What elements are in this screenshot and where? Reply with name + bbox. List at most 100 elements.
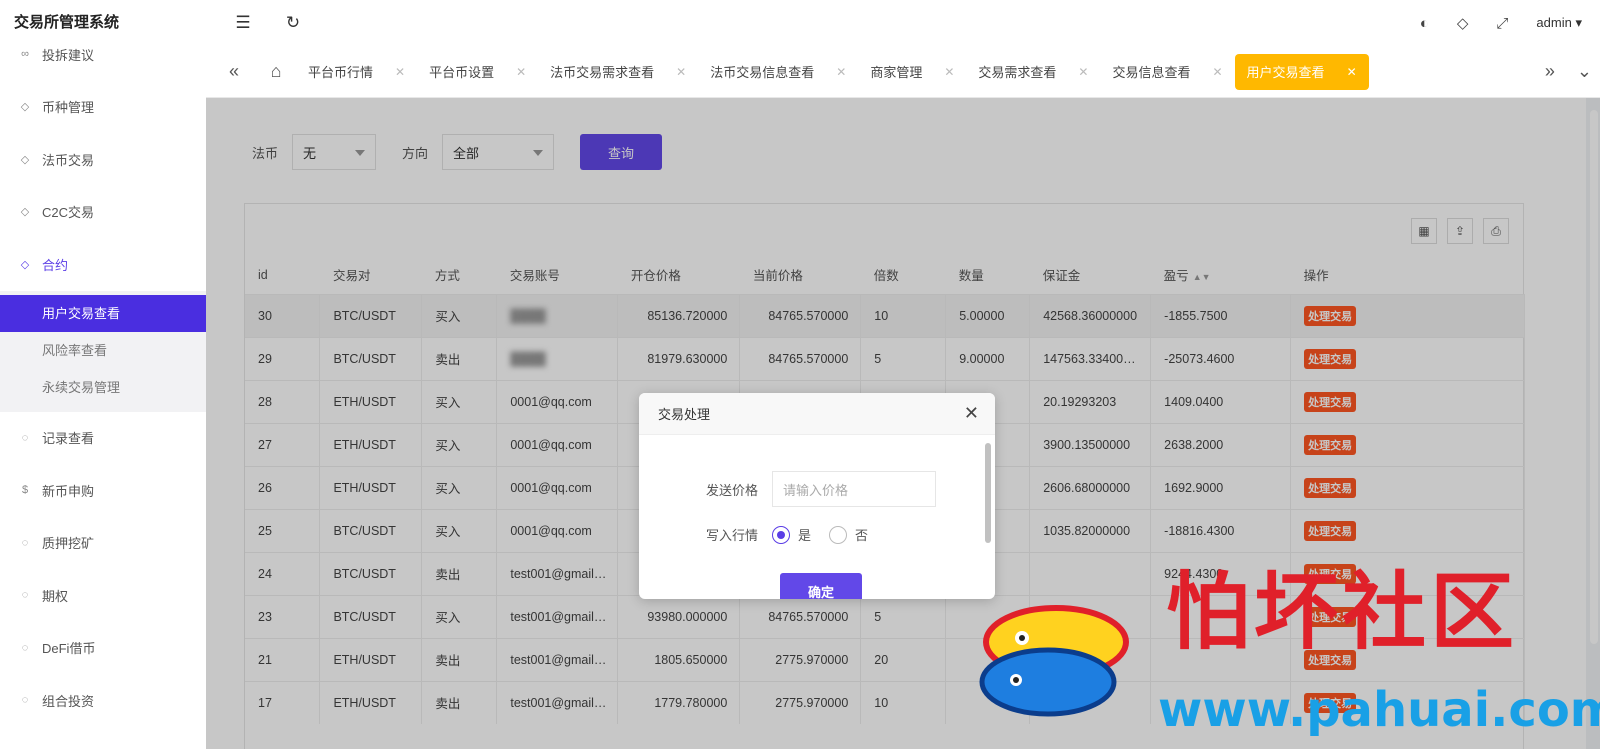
market-label: 写入行情 <box>705 528 758 543</box>
tab-trade-info[interactable]: 交易信息查看 ✕ <box>1100 54 1234 90</box>
circle-arrow-icon: ◌ <box>21 641 29 654</box>
radio-yes-label: 是 <box>798 528 812 543</box>
circle-arrow-icon: ◌ <box>21 694 29 707</box>
tag-icon[interactable]: ◇ <box>1457 14 1469 32</box>
diamond-icon: ◇ <box>20 101 30 114</box>
tabs-scroll-right-icon[interactable]: » <box>1545 61 1555 82</box>
collapse-menu-icon[interactable]: ☰ <box>226 6 260 40</box>
close-icon[interactable]: ✕ <box>1212 65 1222 79</box>
sidebar-item-label: C2C交易 <box>42 205 95 221</box>
circle-arrow-icon: ◌ <box>21 431 29 444</box>
user-menu[interactable]: admin ▾ <box>1536 15 1582 31</box>
radio-unchecked-icon <box>829 525 848 544</box>
sidebar-item-label: 期权 <box>42 588 69 604</box>
dialog-scrollbar[interactable] <box>985 443 991 543</box>
tab-platform-market[interactable]: 平台币行情 ✕ <box>296 54 417 90</box>
close-icon[interactable]: ✕ <box>1078 65 1088 79</box>
sidebar-item-portfolio[interactable]: ◌ 组合投资 <box>0 674 206 727</box>
close-icon[interactable]: ✕ <box>395 65 405 79</box>
fish-logo-icon <box>979 605 1129 717</box>
fullscreen-icon[interactable]: ⤢ <box>1496 15 1508 32</box>
top-header: ☰ ↻ ◐ ◇ ⤢ admin ▾ <box>206 0 1600 46</box>
trade-process-dialog: 交易处理 ✕ 发送价格 请输入价格 写入行情 是 否 确定 <box>639 393 995 599</box>
sidebar-item-label: 组合投资 <box>42 693 95 709</box>
radio-checked-icon <box>772 525 790 544</box>
close-icon[interactable]: ✕ <box>836 65 846 79</box>
dialog-header: 交易处理 ✕ <box>639 393 995 435</box>
tab-label: 交易信息查看 <box>1112 65 1191 80</box>
tab-user-trades[interactable]: 用户交易查看 ✕ <box>1234 53 1369 90</box>
tabs-scroll-left-icon[interactable]: « <box>214 61 254 82</box>
watermark-url: www.pahuai.com <box>1158 682 1600 738</box>
username: admin <box>1536 15 1572 30</box>
tab-merchants[interactable]: 商家管理 ✕ <box>858 54 966 90</box>
tab-label: 交易需求查看 <box>978 65 1057 80</box>
sidebar-item-label: 质押挖矿 <box>42 536 95 552</box>
refresh-icon[interactable]: ↻ <box>276 6 310 40</box>
diamond-icon: ◇ <box>20 153 30 166</box>
sidebar-item-label: 记录查看 <box>42 431 95 447</box>
radio-no-label: 否 <box>855 528 869 543</box>
sidebar-item-options[interactable]: ◌ 期权 <box>0 569 206 622</box>
circle-arrow-icon: ◌ <box>21 536 29 549</box>
sidebar-menu: ∞ 投拆建议 ◇ 币种管理 ◇ 法币交易 ◇ C2C交易 ◇ 合约 用户交易查看… <box>0 28 206 727</box>
tab-label: 法币交易信息查看 <box>710 65 815 80</box>
radio-no[interactable]: 否 <box>829 525 868 544</box>
tab-platform-settings[interactable]: 平台币设置 ✕ <box>417 54 538 90</box>
close-icon[interactable]: ✕ <box>1347 65 1357 79</box>
sidebar-item-label: 币种管理 <box>42 100 95 116</box>
circle-arrow-icon: ◌ <box>21 589 29 602</box>
link-icon: ∞ <box>21 48 29 61</box>
price-row: 发送价格 请输入价格 <box>639 471 936 507</box>
tab-label: 平台币设置 <box>429 65 495 80</box>
sidebar-item-label: 法币交易 <box>42 152 95 168</box>
sidebar-subitem-user-trades[interactable]: 用户交易查看 <box>0 294 206 332</box>
sidebar-item-currency[interactable]: ◇ 币种管理 <box>0 81 206 134</box>
price-input[interactable]: 请输入价格 <box>772 471 936 507</box>
sidebar-item-label: 合约 <box>42 257 69 273</box>
sidebar-item-label: 投拆建议 <box>42 47 95 63</box>
tab-label: 商家管理 <box>870 65 923 80</box>
palette-icon[interactable]: ◐ <box>1420 15 1429 32</box>
close-icon[interactable]: ✕ <box>964 403 979 424</box>
sidebar-item-new-coin[interactable]: $ 新币申购 <box>0 464 206 517</box>
sidebar-item-label: DeFi借币 <box>42 641 96 657</box>
close-icon[interactable]: ✕ <box>676 65 686 79</box>
contract-submenu: 用户交易查看 风险率查看 永续交易管理 <box>0 290 206 412</box>
dollar-circle-icon: $ <box>21 484 29 497</box>
confirm-button[interactable]: 确定 <box>780 573 862 599</box>
tab-label: 法币交易需求查看 <box>550 65 655 80</box>
dialog-body: 发送价格 请输入价格 写入行情 是 否 确定 <box>639 435 995 599</box>
close-icon[interactable]: ✕ <box>516 65 526 79</box>
home-icon[interactable]: ⌂ <box>256 61 296 82</box>
sidebar-item-fiat[interactable]: ◇ 法币交易 <box>0 133 206 186</box>
tabs-menu-chevron-icon[interactable]: ⌄ <box>1577 61 1592 82</box>
tab-trade-demand[interactable]: 交易需求查看 ✕ <box>966 54 1100 90</box>
page-scrollbar[interactable] <box>1590 110 1598 644</box>
sidebar-subitem-perpetual[interactable]: 永续交易管理 <box>0 369 206 406</box>
app-title: 交易所管理系统 <box>0 0 206 46</box>
chevron-down-icon: ▾ <box>1575 15 1582 30</box>
close-icon[interactable]: ✕ <box>944 65 954 79</box>
watermark-title: 怕坏社区 <box>1166 562 1519 661</box>
radio-yes[interactable]: 是 <box>772 525 811 544</box>
sidebar-item-records[interactable]: ◌ 记录查看 <box>0 412 206 465</box>
sidebar-subitem-risk-rate[interactable]: 风险率查看 <box>0 332 206 369</box>
tab-label: 用户交易查看 <box>1246 65 1325 80</box>
tabs-bar: « ⌂ 平台币行情 ✕ 平台币设置 ✕ 法币交易需求查看 ✕ 法币交易信息查看 ✕ 商家… <box>206 46 1600 98</box>
price-label: 发送价格 <box>705 482 758 498</box>
dialog-title: 交易处理 <box>658 407 711 422</box>
sidebar-item-label: 新币申购 <box>42 483 95 499</box>
tab-fiat-info[interactable]: 法币交易信息查看 ✕ <box>698 54 858 90</box>
tabs-controls: » ⌄ <box>1545 61 1592 82</box>
sidebar-item-staking[interactable]: ◌ 质押挖矿 <box>0 517 206 570</box>
diamond-icon: ◇ <box>20 206 30 219</box>
tab-label: 平台币行情 <box>308 65 374 80</box>
header-actions: ◐ ◇ ⤢ admin ▾ <box>1420 0 1582 46</box>
sidebar-item-defi[interactable]: ◌ DeFi借币 <box>0 622 206 675</box>
sidebar: 交易所管理系统 ∞ 投拆建议 ◇ 币种管理 ◇ 法币交易 ◇ C2C交易 ◇ 合… <box>0 0 206 749</box>
diamond-icon: ◇ <box>20 258 30 271</box>
tab-fiat-demand[interactable]: 法币交易需求查看 ✕ <box>538 54 698 90</box>
sidebar-item-contract[interactable]: ◇ 合约 <box>0 238 206 291</box>
sidebar-item-c2c[interactable]: ◇ C2C交易 <box>0 186 206 239</box>
